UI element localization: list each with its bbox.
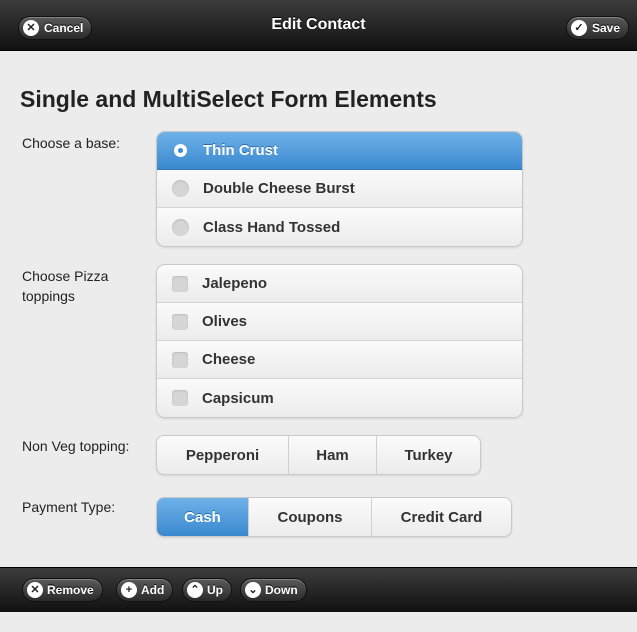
plus-icon: + <box>121 582 137 598</box>
chevron-up-icon: ⌃ <box>187 582 203 598</box>
nonveg-option-pepperoni[interactable]: Pepperoni <box>157 436 289 474</box>
page-title: Edit Contact <box>271 16 366 33</box>
remove-label: Remove <box>47 583 94 597</box>
topping-option-capsicum[interactable]: Capsicum <box>157 379 522 417</box>
save-label: Save <box>591 21 620 35</box>
save-button[interactable]: ✓ Save <box>565 16 629 40</box>
base-option-class-hand-tossed[interactable]: Class Hand Tossed <box>157 208 522 246</box>
payment-option-coupons[interactable]: Coupons <box>249 498 372 536</box>
radio-icon <box>172 218 189 236</box>
topping-option-label: Jalepeno <box>202 275 268 292</box>
base-option-double-cheese-burst[interactable]: Double Cheese Burst <box>157 170 522 208</box>
add-label: Add <box>141 583 165 597</box>
payment-label: Payment Type: <box>22 499 116 515</box>
base-option-label: Thin Crust <box>203 142 278 159</box>
footer-toolbar: ✕ Remove + Add ⌃ Up ⌄ Down <box>0 567 637 612</box>
nonveg-label: Non Veg topping: <box>22 438 130 454</box>
check-icon: ✓ <box>570 20 587 36</box>
topping-option-label: Cheese <box>202 351 256 368</box>
payment-option-cash[interactable]: Cash <box>157 498 249 536</box>
checkbox-icon <box>172 313 188 330</box>
header-bar: Edit Contact ✕ Cancel ✓ Save <box>0 0 637 51</box>
down-button[interactable]: ⌄ Down <box>240 578 307 602</box>
cancel-button[interactable]: ✕ Cancel <box>18 16 93 40</box>
chevron-down-icon: ⌄ <box>245 582 261 598</box>
checkbox-icon <box>172 390 188 406</box>
up-button[interactable]: ⌃ Up <box>182 578 232 602</box>
base-option-thin-crust[interactable]: Thin Crust <box>157 132 522 170</box>
checkbox-icon <box>172 351 188 368</box>
add-button[interactable]: + Add <box>116 578 174 602</box>
topping-option-olives[interactable]: Olives <box>157 303 522 341</box>
up-label: Up <box>207 583 223 597</box>
topping-option-label: Olives <box>202 313 248 330</box>
base-option-label: Double Cheese Burst <box>203 180 355 197</box>
down-label: Down <box>265 583 298 597</box>
topping-option-label: Capsicum <box>202 389 274 407</box>
form-heading: Single and MultiSelect Form Elements <box>20 86 437 112</box>
base-option-label: Class Hand Tossed <box>203 218 341 236</box>
payment-segmented-control: Cash Coupons Credit Card <box>156 497 512 537</box>
payment-option-credit-card[interactable]: Credit Card <box>372 498 511 536</box>
toppings-checkbox-group: Jalepeno Olives Cheese Capsicum <box>156 264 523 418</box>
radio-selected-icon <box>174 144 187 157</box>
cancel-label: Cancel <box>44 21 84 35</box>
radio-icon <box>172 180 189 197</box>
nonveg-option-ham[interactable]: Ham <box>289 436 377 474</box>
remove-button[interactable]: ✕ Remove <box>22 578 103 602</box>
topping-option-jalepeno[interactable]: Jalepeno <box>157 265 522 303</box>
checkbox-icon <box>172 275 188 292</box>
base-label: Choose a base: <box>22 135 121 151</box>
close-icon: ✕ <box>23 20 39 36</box>
topping-option-cheese[interactable]: Cheese <box>157 341 522 379</box>
nonveg-option-turkey[interactable]: Turkey <box>377 436 480 474</box>
base-radio-group: Thin Crust Double Cheese Burst Class Han… <box>156 131 523 247</box>
toppings-label: Choose Pizza toppings <box>22 268 109 304</box>
close-icon: ✕ <box>27 582 43 598</box>
nonveg-segmented-control: Pepperoni Ham Turkey <box>156 435 481 475</box>
